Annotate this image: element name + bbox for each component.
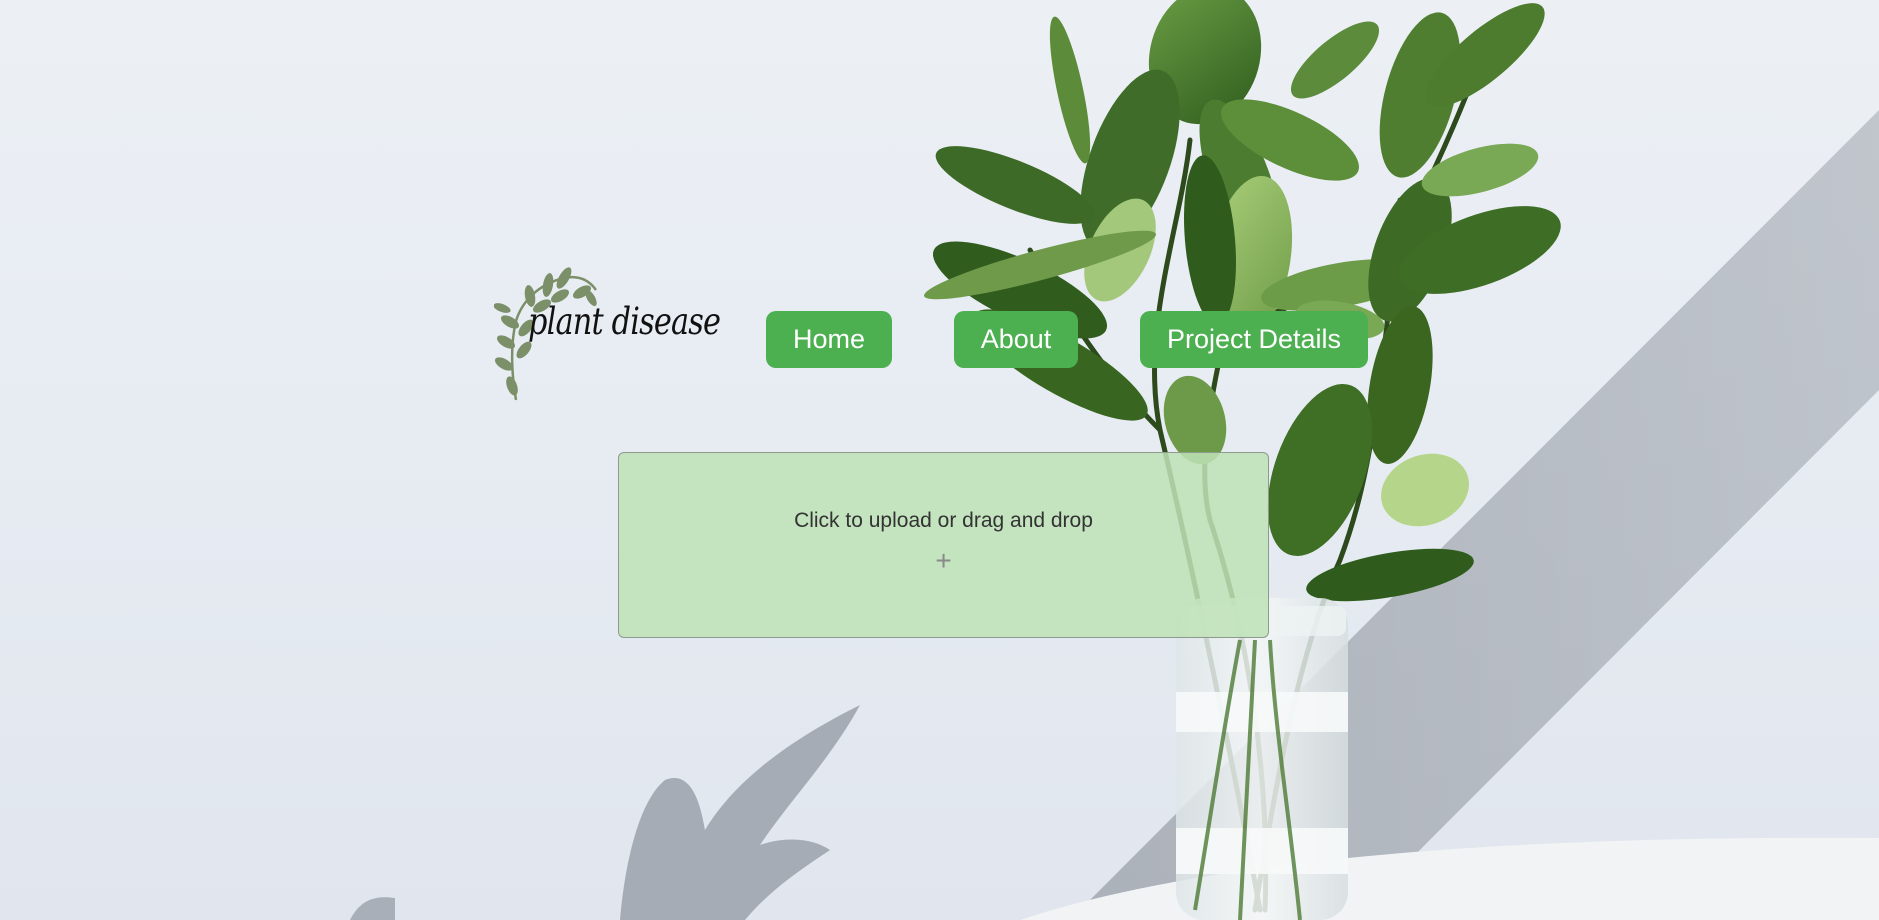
home-button[interactable]: Home	[766, 311, 892, 368]
plus-icon: +	[935, 545, 952, 576]
logo[interactable]: plant disease	[494, 266, 721, 406]
logo-text: plant disease	[528, 300, 721, 343]
page: plant disease Home About Project Details…	[0, 0, 1879, 920]
upload-dropzone[interactable]: Click to upload or drag and drop +	[618, 452, 1269, 638]
about-button[interactable]: About	[954, 311, 1078, 368]
upload-prompt: Click to upload or drag and drop	[794, 509, 1093, 532]
project-details-button[interactable]: Project Details	[1140, 311, 1368, 368]
